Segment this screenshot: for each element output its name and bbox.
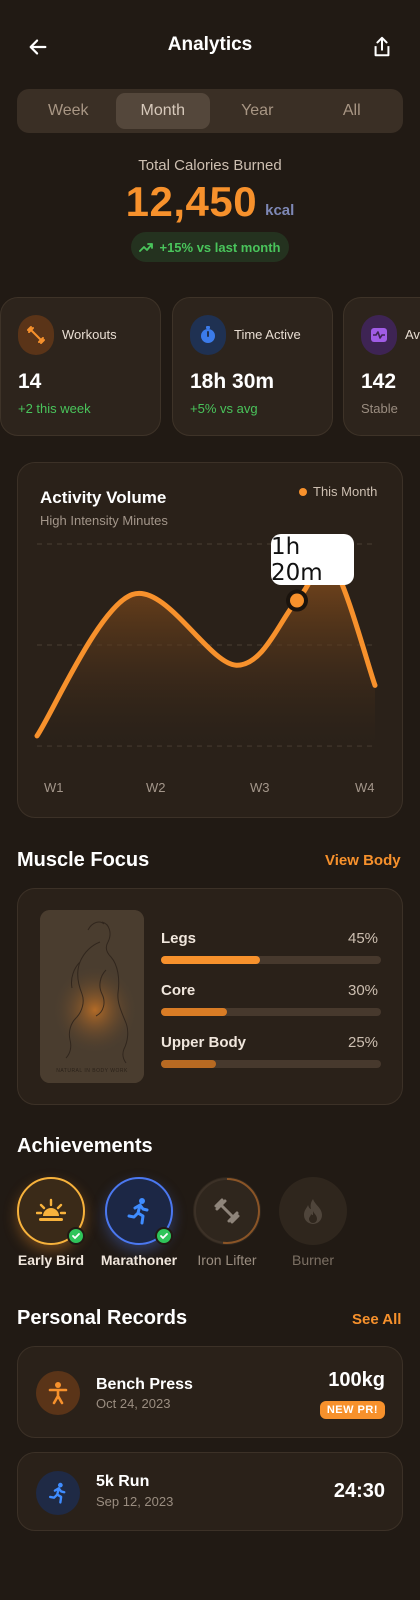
x-tick-label: W4	[355, 780, 375, 795]
tab-month[interactable]: Month	[115, 93, 210, 129]
share-icon	[374, 36, 390, 57]
new-pr-badge: NEW PR!	[319, 1401, 385, 1419]
dumbbell-icon	[18, 315, 54, 355]
total-row: 12,450 kcal	[0, 180, 420, 224]
x-tick-label: W2	[146, 780, 166, 795]
flame-icon	[304, 1199, 322, 1224]
badge-label: Iron Lifter	[197, 1252, 257, 1268]
muscle-label-upper-body: Upper Body	[161, 1034, 247, 1051]
page-title: Analytics	[167, 34, 253, 55]
badge-burner[interactable]	[279, 1177, 347, 1245]
view-body-link[interactable]: View Body	[325, 852, 401, 869]
record-value: 24:30	[333, 1480, 385, 1502]
muscle-bar-core	[161, 1008, 381, 1016]
chart-subtitle: High Intensity Minutes	[40, 513, 168, 528]
legend-label: This Month	[313, 484, 378, 499]
stat-value: 142	[361, 370, 397, 393]
tab-year[interactable]: Year	[210, 93, 305, 129]
change-text: +15% vs last month	[159, 239, 281, 255]
stat-label: Avg HR	[405, 327, 420, 342]
record-card-bench-press[interactable]: Bench Press Oct 24, 2023 100kg NEW PR!	[17, 1346, 403, 1438]
total-label: Total Calories Burned	[138, 157, 282, 174]
tab-week[interactable]: Week	[21, 93, 116, 129]
stat-label: Time Active	[234, 327, 301, 342]
muscle-pct-upper-body: 25%	[348, 1034, 379, 1051]
muscle-focus-title: Muscle Focus	[17, 849, 150, 871]
stat-card-avg-hr[interactable]: Avg HR 142 Stable	[343, 297, 420, 436]
badge-early-bird[interactable]	[17, 1177, 85, 1245]
body-map-caption: NATURAL IN BODY WORK	[56, 1068, 128, 1074]
x-tick-label: W1	[44, 780, 64, 795]
trend-up-icon	[139, 243, 154, 252]
badge-label: Marathoner	[100, 1252, 178, 1268]
stat-card-time-active[interactable]: Time Active 18h 30m +5% vs avg	[172, 297, 333, 436]
person-icon	[36, 1371, 80, 1415]
personal-records-title: Personal Records	[17, 1307, 188, 1329]
x-tick-label: W3	[250, 780, 270, 795]
muscle-bar-fill	[161, 1008, 227, 1016]
record-name: Bench Press	[96, 1376, 193, 1393]
badge-label: Early Bird	[17, 1252, 85, 1268]
muscle-bar-fill	[161, 1060, 216, 1068]
chart-legend: This Month	[299, 484, 377, 499]
runner-icon	[127, 1198, 149, 1225]
badge-iron-lifter[interactable]	[193, 1177, 261, 1245]
record-card-5k-run[interactable]: 5k Run Sep 12, 2023 24:30	[17, 1452, 403, 1531]
chart-tooltip: 1h 20m	[271, 534, 354, 586]
stat-sub: +5% vs avg	[190, 401, 258, 416]
muscle-label-core: Core	[161, 982, 196, 999]
total-value: 12,450	[125, 178, 258, 225]
muscle-pct-core: 30%	[348, 982, 379, 999]
record-date: Oct 24, 2023	[96, 1396, 171, 1411]
muscle-bar-legs	[161, 956, 381, 964]
muscle-pct-legs: 45%	[348, 930, 379, 947]
runner-icon	[36, 1471, 80, 1515]
stopwatch-icon	[190, 315, 226, 355]
stat-card-workouts[interactable]: Workouts 14 +2 this week	[0, 297, 161, 436]
achievements-title: Achievements	[17, 1135, 153, 1157]
total-unit: kcal	[265, 202, 295, 219]
stat-label: Workouts	[62, 327, 117, 342]
record-date: Sep 12, 2023	[96, 1494, 174, 1509]
heart-pulse-icon	[361, 315, 397, 355]
muscle-bar-upper-body	[161, 1060, 381, 1068]
see-all-link[interactable]: See All	[352, 1311, 401, 1328]
share-button[interactable]	[366, 31, 398, 63]
body-map-image: NATURAL IN BODY WORK	[40, 910, 144, 1083]
stat-sub: Stable	[361, 401, 398, 416]
earned-check-icon	[155, 1227, 173, 1245]
series-area	[37, 560, 375, 746]
chart-series	[34, 558, 378, 746]
period-tabs: Week Month Year All	[17, 89, 403, 133]
legend-dot	[299, 487, 307, 496]
stat-value: 14	[18, 370, 42, 393]
muscle-label-legs: Legs	[161, 930, 197, 947]
record-value: 100kg	[328, 1369, 385, 1391]
change-badge: +15% vs last month	[131, 232, 289, 262]
record-name: 5k Run	[96, 1473, 150, 1490]
progress-ring	[194, 1178, 261, 1244]
tab-all[interactable]: All	[305, 93, 400, 129]
chart-title: Activity Volume	[40, 488, 167, 507]
stat-value: 18h 30m	[190, 370, 275, 393]
sunrise-icon	[36, 1198, 66, 1221]
stat-sub: +2 this week	[18, 401, 91, 416]
muscle-bar-fill	[161, 956, 260, 964]
highlight-point[interactable]	[290, 593, 304, 608]
badge-label: Burner	[291, 1252, 335, 1268]
badge-marathoner[interactable]	[105, 1177, 173, 1245]
earned-check-icon	[67, 1227, 85, 1245]
